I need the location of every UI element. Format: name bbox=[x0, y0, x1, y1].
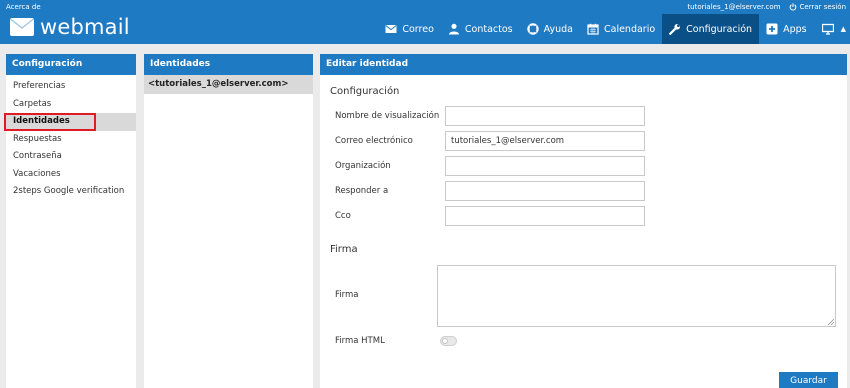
nav-settings-label: Configuración bbox=[686, 23, 753, 35]
top-bar: Acerca de tutoriales_1@elserver.com Cerr… bbox=[0, 0, 850, 44]
nav-display-menu[interactable]: ▲ bbox=[814, 14, 850, 44]
nav-apps[interactable]: Apps bbox=[759, 14, 814, 44]
html-signature-label: Firma HTML bbox=[335, 336, 385, 346]
about-link[interactable]: Acerca de bbox=[6, 3, 41, 11]
signature-textarea[interactable] bbox=[437, 265, 836, 327]
nav-calendar[interactable]: Calendario bbox=[580, 14, 662, 44]
nav-settings[interactable]: Configuración bbox=[662, 14, 760, 44]
nav-contacts[interactable]: Contactos bbox=[441, 14, 520, 44]
user-icon bbox=[448, 23, 460, 35]
settings-menu: Preferencias Carpetas Identidades Respue… bbox=[4, 75, 136, 201]
logout-label: Cerrar sesión bbox=[799, 3, 846, 11]
organization-input[interactable] bbox=[445, 156, 645, 176]
display-name-input[interactable] bbox=[445, 106, 645, 126]
wrench-icon bbox=[669, 23, 681, 35]
bcc-input[interactable] bbox=[445, 206, 645, 226]
nav-apps-label: Apps bbox=[783, 23, 807, 35]
identities-panel: Identidades <tutoriales_1@elserver.com> bbox=[144, 54, 313, 388]
email-label: Correo electrónico bbox=[335, 136, 413, 146]
resize-grip-icon[interactable] bbox=[828, 319, 834, 325]
identity-list-item[interactable]: <tutoriales_1@elserver.com> bbox=[144, 75, 313, 94]
power-icon bbox=[789, 3, 796, 11]
logo[interactable]: webmail bbox=[9, 16, 130, 38]
menu-item-2steps-verification[interactable]: 2steps Google verification bbox=[6, 183, 136, 201]
settings-panel-header: Configuración bbox=[6, 54, 136, 75]
section-signature-title: Firma bbox=[330, 244, 358, 255]
nav-help-label: Ayuda bbox=[543, 23, 573, 35]
menu-item-identities-row: Identidades bbox=[4, 113, 136, 131]
nav-help[interactable]: Ayuda bbox=[520, 14, 580, 44]
nav-mail[interactable]: Correo bbox=[378, 14, 441, 44]
envelope-icon bbox=[385, 23, 397, 35]
menu-item-folders[interactable]: Carpetas bbox=[6, 96, 136, 114]
toggle-knob bbox=[442, 338, 448, 344]
html-signature-toggle[interactable] bbox=[440, 336, 457, 346]
settings-panel: Configuración Preferencias Carpetas Iden… bbox=[4, 54, 136, 388]
monitor-icon bbox=[821, 23, 834, 35]
reply-to-label: Responder a bbox=[335, 186, 389, 196]
caret-up-icon: ▲ bbox=[840, 25, 846, 33]
nav-mail-label: Correo bbox=[402, 23, 434, 35]
organization-label: Organización bbox=[335, 161, 391, 171]
display-name-label: Nombre de visualización bbox=[335, 111, 440, 121]
logo-text: webmail bbox=[40, 15, 130, 39]
main-nav: Correo Contactos Ayuda Calendario Config… bbox=[378, 14, 850, 44]
plus-square-icon bbox=[766, 23, 778, 35]
nav-calendar-label: Calendario bbox=[603, 23, 656, 35]
envelope-logo-icon bbox=[10, 18, 34, 36]
edit-identity-header: Editar identidad bbox=[320, 54, 847, 75]
menu-item-vacations[interactable]: Vacaciones bbox=[6, 166, 136, 184]
menu-item-identities[interactable]: Identidades bbox=[4, 113, 96, 131]
identities-panel-header: Identidades bbox=[144, 54, 313, 75]
section-config-title: Configuración bbox=[330, 86, 400, 97]
user-email: tutoriales_1@elserver.com bbox=[687, 3, 781, 11]
menu-item-password[interactable]: Contraseña bbox=[6, 148, 136, 166]
email-input[interactable] bbox=[445, 131, 645, 151]
nav-contacts-label: Contactos bbox=[464, 23, 513, 35]
signature-label: Firma bbox=[335, 290, 359, 300]
logout-button[interactable]: Cerrar sesión bbox=[789, 3, 846, 11]
menu-item-responses[interactable]: Respuestas bbox=[6, 131, 136, 149]
lifebuoy-icon bbox=[526, 23, 539, 35]
reply-to-input[interactable] bbox=[445, 181, 645, 201]
calendar-icon bbox=[587, 23, 599, 35]
menu-item-preferences[interactable]: Preferencias bbox=[6, 78, 136, 96]
user-area: tutoriales_1@elserver.com Cerrar sesión bbox=[687, 3, 846, 11]
edit-identity-panel: Editar identidad Configuración Nombre de… bbox=[320, 54, 847, 388]
bcc-label: Cco bbox=[335, 211, 351, 221]
save-button[interactable]: Guardar bbox=[779, 372, 838, 388]
